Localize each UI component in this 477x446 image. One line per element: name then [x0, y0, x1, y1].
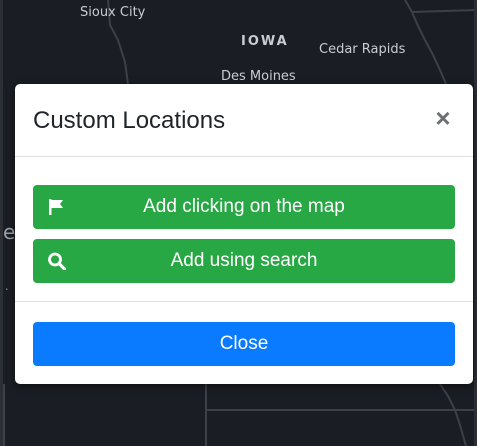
modal-footer: Close — [15, 302, 473, 384]
close-icon[interactable]: × — [431, 104, 455, 132]
search-icon — [48, 252, 67, 270]
add-using-search-button[interactable]: Add using search — [33, 239, 455, 283]
add-clicking-on-map-label: Add clicking on the map — [143, 196, 345, 217]
modal-title: Custom Locations — [33, 107, 226, 134]
custom-locations-modal: Custom Locations × Add clicking on the m… — [15, 84, 473, 384]
close-button[interactable]: Close — [33, 322, 455, 366]
map-app: Sioux City IOWA Cedar Rapids Des Moines … — [0, 0, 477, 446]
modal-header: Custom Locations × — [15, 84, 473, 157]
map-label-dot-fragment: . — [5, 280, 9, 293]
map-label-fragment: e — [3, 220, 16, 244]
map-label-sioux-city: Sioux City — [80, 5, 146, 20]
map-label-des-moines: Des Moines — [221, 69, 296, 84]
add-clicking-on-map-button[interactable]: Add clicking on the map — [33, 185, 455, 229]
map-label-cedar-rapids: Cedar Rapids — [319, 42, 406, 57]
modal-body: Add clicking on the map Add using search — [15, 157, 473, 302]
map-label-iowa: IOWA — [241, 34, 289, 49]
flag-icon — [49, 199, 63, 215]
close-button-label: Close — [219, 333, 269, 354]
add-using-search-label: Add using search — [170, 250, 318, 271]
